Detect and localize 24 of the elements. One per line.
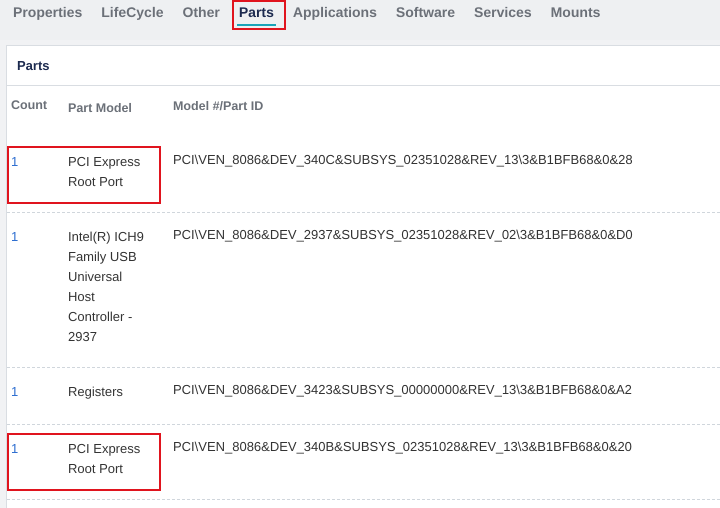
- tab[interactable]: Mounts: [548, 2, 602, 26]
- table-cell-text: PCI\VEN_8086&DEV_340B&SUBSYS_02351028&REV_13\3&B1BFB68&0&20: [172, 438, 632, 456]
- table-cell-text: PCI\VEN_8086&DEV_340C&SUBSYS_02351028&REV_13\3&B1BFB68&0&28: [172, 151, 633, 169]
- tab[interactable]: Properties: [11, 2, 84, 26]
- tab[interactable]: Services: [472, 2, 534, 26]
- column-header: Model #/Part ID: [172, 98, 264, 115]
- table-cell-text: PCI Express Root Port: [68, 440, 142, 478]
- count-link[interactable]: 1: [11, 227, 68, 347]
- column-header: Part Model: [68, 100, 133, 117]
- tab[interactable]: LifeCycle: [99, 2, 166, 26]
- table-cell-text: PCI\VEN_8086&DEV_3423&SUBSYS_00000000&REV_13\3&B1BFB68&0&A2: [172, 381, 632, 399]
- tab[interactable]: Other: [180, 2, 222, 26]
- column-header: Count: [11, 98, 48, 114]
- count-link[interactable]: 1: [11, 382, 68, 402]
- tab[interactable]: Parts: [236, 2, 276, 26]
- table-cell-text: PCI Express Root Port: [68, 153, 142, 191]
- table-cell-text: Intel(R) ICH9 Family USB Universal Host Controller - 2937: [68, 228, 145, 346]
- count-link[interactable]: 1: [11, 152, 68, 192]
- tab[interactable]: Applications: [290, 2, 379, 26]
- panel-title: Parts: [7, 46, 720, 86]
- count-link[interactable]: 1: [11, 439, 68, 479]
- table-cell-text: Registers: [68, 383, 124, 401]
- table-cell-text: PCI\VEN_8086&DEV_2937&SUBSYS_02351028&REV_02\3&B1BFB68&0&D0: [172, 226, 633, 244]
- tab[interactable]: Software: [394, 2, 458, 26]
